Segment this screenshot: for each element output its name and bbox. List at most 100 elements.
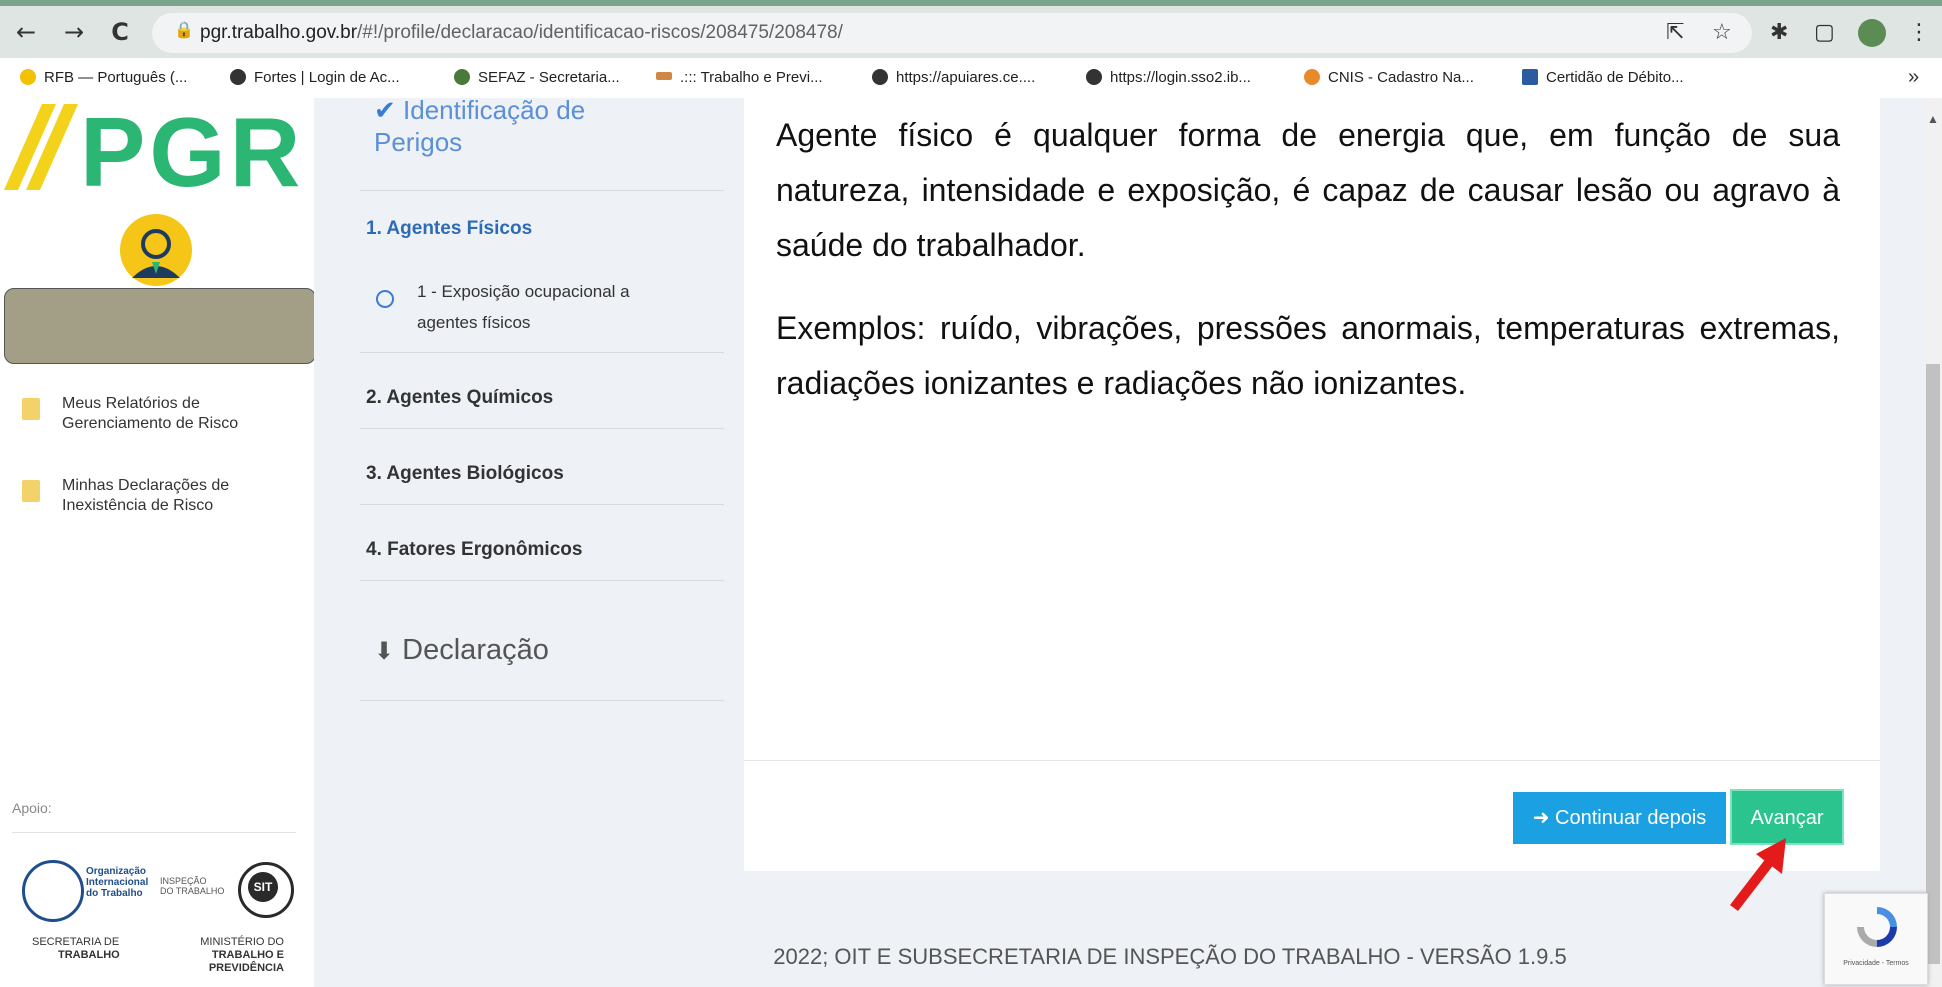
- bookmark-item[interactable]: SEFAZ - Secretaria...: [454, 69, 620, 86]
- sidebar-item-relatorios[interactable]: Meus Relatórios de Gerenciamento de Risco: [22, 394, 302, 438]
- bookmark-label: Certidão de Débito...: [1546, 69, 1684, 86]
- divider: [744, 760, 1880, 761]
- bookmark-label: CNIS - Cadastro Na...: [1328, 69, 1474, 86]
- star-icon[interactable]: ☆: [1712, 20, 1732, 45]
- back-icon[interactable]: ←: [12, 18, 40, 46]
- oit-logo-icon: [22, 860, 84, 922]
- bookmark-item[interactable]: Fortes | Login de Ac...: [230, 69, 400, 86]
- menu-icon[interactable]: ⋮: [1908, 20, 1930, 45]
- bookmark-item[interactable]: RFB — Português (...: [20, 69, 187, 86]
- user-name-box: [4, 288, 316, 364]
- window-top-strip: [0, 0, 1942, 6]
- bookmark-item[interactable]: https://apuiares.ce....: [872, 69, 1035, 86]
- lock-icon: 🔒: [174, 20, 194, 39]
- check-circle-icon: ✔: [374, 95, 396, 125]
- divider: [360, 428, 724, 429]
- forward-icon[interactable]: →: [60, 18, 88, 46]
- bookmark-label: .::: Trabalho e Previ...: [680, 69, 823, 86]
- bookmark-favicon-icon: [230, 69, 246, 85]
- recaptcha-terms[interactable]: Privacidade - Termos: [1836, 960, 1916, 967]
- substep-line1: 1 - Exposição ocupacional a: [417, 282, 630, 301]
- bookmark-label: https://apuiares.ce....: [896, 69, 1036, 86]
- declaracao-label: Declaração: [402, 634, 549, 666]
- divider: [360, 190, 724, 191]
- description-paragraph: Agente físico é qualquer forma de energi…: [776, 117, 1840, 263]
- inspecao-line2: DO TRABALHO: [160, 886, 225, 896]
- ministerio-label: MINISTÉRIO DO TRABALHO E PREVIDÊNCIA: [134, 936, 284, 975]
- substep-line2: agentes físicos: [417, 313, 531, 332]
- bookmark-item[interactable]: CNIS - Cadastro Na...: [1304, 69, 1474, 86]
- bookmark-label: SEFAZ - Secretaria...: [478, 69, 620, 86]
- bookmark-label: https://login.sso2.ib...: [1110, 69, 1251, 86]
- steps-title-line1: Identificação de: [403, 95, 586, 125]
- sidebar-item-label: Meus Relatórios de Gerenciamento de Risco: [62, 394, 238, 434]
- recaptcha-icon: [1857, 907, 1897, 947]
- document-icon: [22, 480, 40, 502]
- extensions-icon[interactable]: ✱: [1770, 20, 1788, 45]
- bookmark-label: RFB — Português (...: [44, 69, 188, 86]
- bookmark-favicon-icon: [872, 69, 888, 85]
- steps-title-line2: Perigos: [374, 127, 463, 157]
- bookmark-item[interactable]: .::: Trabalho e Previ...: [656, 69, 823, 86]
- bookmark-favicon-icon: [1304, 69, 1320, 85]
- sit-logo-text: SIT: [248, 872, 278, 902]
- side-panel-icon[interactable]: ▢: [1814, 20, 1835, 45]
- reload-icon[interactable]: C: [106, 18, 134, 46]
- bookmark-favicon-icon: [656, 72, 672, 80]
- bookmark-favicon-icon: [454, 69, 470, 85]
- apoio-label: Apoio:: [12, 800, 52, 816]
- app-logo[interactable]: PGR: [80, 96, 304, 209]
- bookmarks-more-icon[interactable]: »: [1908, 66, 1919, 89]
- logo-stripes-icon: [4, 104, 78, 190]
- url-text[interactable]: pgr.trabalho.gov.br/#!/profile/declaraca…: [200, 22, 843, 44]
- divider: [360, 352, 724, 353]
- sidebar-item-label: Minhas Declarações de Inexistência de Ris…: [62, 476, 229, 516]
- oit-line2: Internacional: [86, 877, 149, 888]
- share-icon[interactable]: ⇱: [1666, 20, 1684, 45]
- label-line2: Gerenciamento de Risco: [62, 415, 239, 432]
- continue-later-button[interactable]: ➜ Continuar depois: [1513, 792, 1726, 844]
- sec-left-line1: SECRETARIA DE: [32, 936, 120, 948]
- label-line2: Inexistência de Risco: [62, 497, 214, 514]
- step-agentes-biologicos[interactable]: 3. Agentes Biológicos: [366, 463, 564, 485]
- scrollbar-thumb[interactable]: [1926, 364, 1940, 964]
- substep-exposicao[interactable]: 1 - Exposição ocupacional a agentes físic…: [417, 276, 717, 338]
- step-agentes-quimicos[interactable]: 2. Agentes Químicos: [366, 387, 553, 409]
- sign-out-icon: ➜: [1532, 807, 1550, 829]
- bookmark-favicon-icon: [1522, 69, 1538, 85]
- steps-title: ✔ Identificação de Perigos: [374, 94, 585, 158]
- label-line1: Minhas Declarações de: [62, 477, 230, 494]
- divider: [360, 700, 724, 701]
- document-icon: [22, 398, 40, 420]
- download-icon: ⬇: [374, 638, 395, 665]
- scroll-up-icon[interactable]: ▲: [1927, 112, 1939, 126]
- sidebar-item-declaracoes[interactable]: Minhas Declarações de Inexistência de Ris…: [22, 476, 302, 520]
- continue-later-label: Continuar depois: [1555, 807, 1707, 829]
- profile-avatar[interactable]: [1858, 19, 1886, 47]
- step-fatores-ergonomicos[interactable]: 4. Fatores Ergonômicos: [366, 539, 582, 561]
- url-path: /#!/profile/declaracao/identificacao-ris…: [357, 22, 843, 43]
- inspecao-label: INSPEÇÃO DO TRABALHO: [160, 876, 224, 896]
- oit-line3: do Trabalho: [86, 888, 143, 899]
- divider: [360, 504, 724, 505]
- radio-circle-icon[interactable]: [376, 290, 394, 308]
- url-host: pgr.trabalho.gov.br: [200, 22, 358, 43]
- label-line1: Meus Relatórios de: [62, 395, 200, 412]
- bookmark-item[interactable]: Certidão de Débito...: [1522, 69, 1684, 86]
- bookmark-item[interactable]: https://login.sso2.ib...: [1086, 69, 1251, 86]
- declaracao-link[interactable]: ⬇ Declaração: [374, 634, 549, 667]
- oit-line1: Organização: [86, 866, 147, 877]
- copyright-text: 2022; OIT E SUBSECRETARIA DE INSPEÇÃO DO…: [773, 944, 1567, 969]
- user-avatar-icon: [132, 229, 180, 278]
- red-arrow-icon: [1730, 838, 1786, 912]
- bookmark-favicon-icon: [1086, 69, 1102, 85]
- sec-right-line1: MINISTÉRIO DO: [200, 936, 284, 948]
- bookmark-favicon-icon: [20, 69, 36, 85]
- oit-label: Organização Internacional do Trabalho: [86, 866, 148, 899]
- divider: [360, 580, 724, 581]
- secretaria-label: SECRETARIA DE TRABALHO: [32, 936, 120, 962]
- examples-paragraph: Exemplos: ruído, vibrações, pressões ano…: [776, 310, 1840, 401]
- sec-left-line2: TRABALHO: [58, 949, 120, 961]
- step-agentes-fisicos[interactable]: 1. Agentes Físicos: [366, 218, 532, 240]
- inspecao-line1: INSPEÇÃO: [160, 876, 207, 886]
